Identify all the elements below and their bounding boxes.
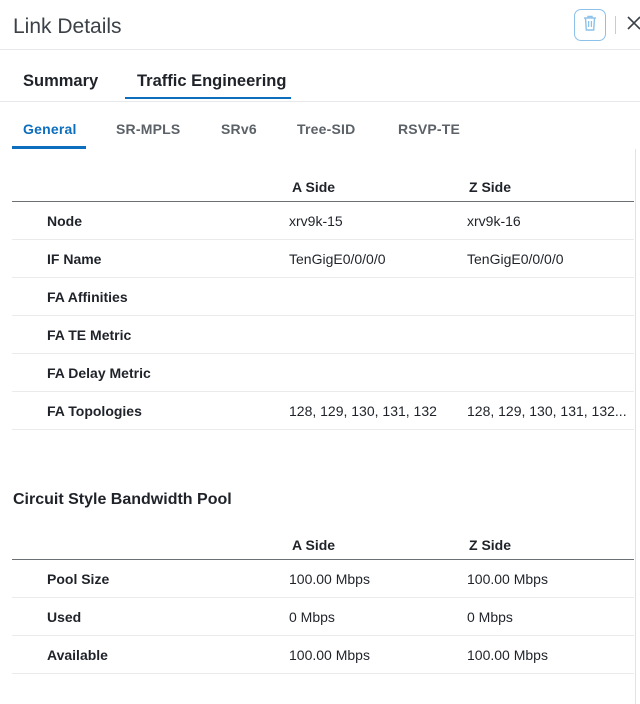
panel-header: Link Details: [0, 0, 640, 50]
a-side-value: 128, 129, 130, 131, 132: [289, 403, 437, 419]
primary-tabs: Summary Traffic Engineering: [0, 50, 640, 102]
z-side-value: 100.00 Mbps: [467, 647, 548, 663]
bandwidth-pool-table: A Side Z Side Pool Size 100.00 Mbps 100.…: [12, 535, 634, 674]
row-label: Used: [47, 609, 82, 625]
tab-general[interactable]: General: [23, 121, 77, 137]
table-row: FA Delay Metric: [12, 354, 634, 392]
tab-traffic-engineering[interactable]: Traffic Engineering: [137, 72, 286, 91]
tab-sr-mpls[interactable]: SR-MPLS: [116, 121, 180, 137]
table-row: FA Affinities: [12, 278, 634, 316]
a-side-value: 0 Mbps: [289, 609, 335, 625]
row-label: FA TE Metric: [47, 327, 132, 343]
header-a-side: A Side: [292, 537, 336, 553]
z-side-value: 128, 129, 130, 131, 132...: [467, 403, 627, 419]
header-a-side: A Side: [292, 179, 336, 195]
delete-button[interactable]: [574, 9, 606, 41]
tab-rsvp-te[interactable]: RSVP-TE: [398, 121, 460, 137]
table-row: Pool Size 100.00 Mbps 100.00 Mbps: [12, 560, 634, 598]
header-divider: [615, 16, 616, 34]
table-header: A Side Z Side: [12, 177, 634, 202]
row-label: FA Affinities: [47, 289, 128, 305]
general-table: A Side Z Side Node xrv9k-15 xrv9k-16 IF …: [12, 177, 634, 430]
z-side-value: 0 Mbps: [467, 609, 513, 625]
row-label: Pool Size: [47, 571, 110, 587]
row-label: IF Name: [47, 251, 102, 267]
trash-icon: [582, 14, 598, 37]
z-side-value: TenGigE0/0/0/0: [467, 251, 564, 267]
a-side-value: TenGigE0/0/0/0: [289, 251, 386, 267]
close-icon: [626, 15, 640, 36]
secondary-tabs: General SR-MPLS SRv6 Tree-SID RSVP-TE: [0, 102, 640, 149]
table-row: Used 0 Mbps 0 Mbps: [12, 598, 634, 636]
header-z-side: Z Side: [469, 537, 512, 553]
z-side-value: xrv9k-16: [467, 213, 521, 229]
table-row: FA Topologies 128, 129, 130, 131, 132 12…: [12, 392, 634, 430]
tab-tree-sid[interactable]: Tree-SID: [297, 121, 355, 137]
close-button[interactable]: [624, 14, 640, 36]
row-label: FA Topologies: [47, 403, 142, 419]
a-side-value: 100.00 Mbps: [289, 647, 370, 663]
table-header: A Side Z Side: [12, 535, 634, 560]
panel-title: Link Details: [13, 15, 122, 38]
row-label: Available: [47, 647, 108, 663]
table-row: Node xrv9k-15 xrv9k-16: [12, 202, 634, 240]
table-row: Available 100.00 Mbps 100.00 Mbps: [12, 636, 634, 674]
a-side-value: 100.00 Mbps: [289, 571, 370, 587]
scroll-track[interactable]: [635, 149, 636, 704]
tab-summary[interactable]: Summary: [23, 72, 98, 91]
a-side-value: xrv9k-15: [289, 213, 343, 229]
bandwidth-pool-title: Circuit Style Bandwidth Pool: [13, 491, 232, 508]
header-z-side: Z Side: [469, 179, 512, 195]
tab-srv6[interactable]: SRv6: [221, 121, 257, 137]
z-side-value: 100.00 Mbps: [467, 571, 548, 587]
active-subtab-indicator: [12, 146, 86, 149]
table-row: FA TE Metric: [12, 316, 634, 354]
active-tab-indicator: [125, 97, 291, 99]
table-row: IF Name TenGigE0/0/0/0 TenGigE0/0/0/0: [12, 240, 634, 278]
row-label: FA Delay Metric: [47, 365, 151, 381]
row-label: Node: [47, 213, 82, 229]
